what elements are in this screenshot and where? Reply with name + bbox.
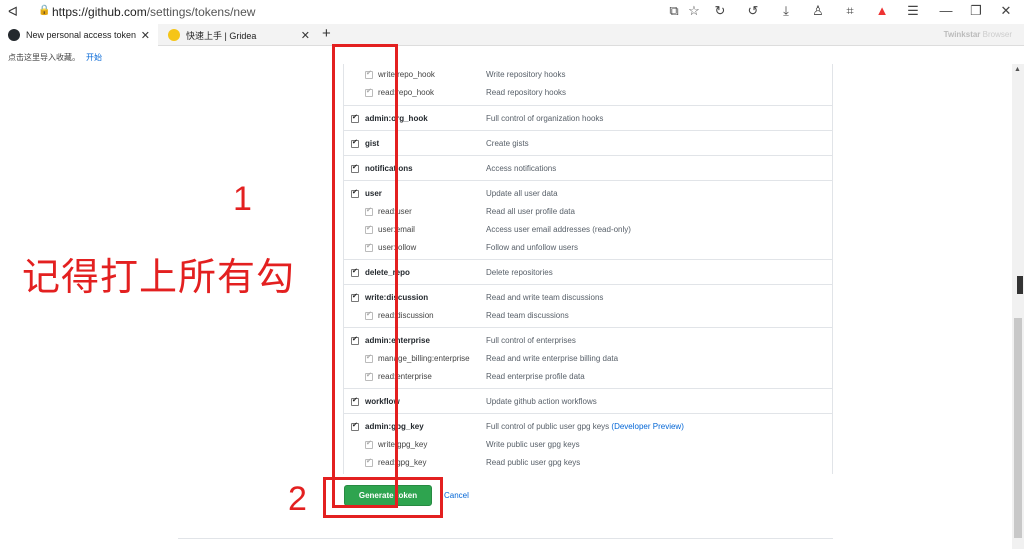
scope-description: Write public user gpg keys: [486, 440, 580, 449]
scope-description-text: Full control of enterprises: [486, 336, 576, 345]
scope-description: Read repository hooks: [486, 88, 566, 97]
scope-description: Update github action workflows: [486, 397, 597, 406]
scope-description: Update all user data: [486, 189, 558, 198]
cancel-link[interactable]: Cancel: [444, 491, 469, 500]
close-window-icon[interactable]: ✕: [998, 3, 1014, 19]
scrollbar-thumb[interactable]: [1014, 318, 1022, 538]
scope-description-text: Write public user gpg keys: [486, 440, 580, 449]
tab-label: New personal access token: [26, 30, 137, 40]
brand-name: Twinkstar: [943, 30, 981, 39]
restore-icon[interactable]: ❐: [968, 3, 984, 19]
scope-description-text: Update github action workflows: [486, 397, 597, 406]
back-icon[interactable]: ᐊ: [8, 4, 18, 20]
scope-description-text: Update all user data: [486, 189, 558, 198]
scope-description: Read team discussions: [486, 311, 569, 320]
close-tab-icon[interactable]: ✕: [301, 29, 310, 42]
crop-icon[interactable]: ⌗: [842, 3, 858, 19]
scope-description: Read enterprise profile data: [486, 372, 585, 381]
scope-description-text: Read all user profile data: [486, 207, 575, 216]
scope-description: Write repository hooks: [486, 70, 565, 79]
scope-description: Delete repositories: [486, 268, 553, 277]
bookmark-hint: 点击这里导入收藏。: [8, 53, 80, 62]
scope-description-text: Follow and unfollow users: [486, 243, 579, 252]
brand-sub: Browser: [982, 30, 1012, 39]
close-tab-icon[interactable]: ✕: [141, 29, 150, 42]
scope-description-text: Read team discussions: [486, 311, 569, 320]
scope-row: [343, 284, 833, 327]
minimize-icon[interactable]: —: [938, 3, 954, 18]
scope-description: Read public user gpg keys: [486, 458, 580, 467]
developer-preview-link[interactable]: (Developer Preview): [611, 422, 683, 431]
scroll-marker: [1017, 276, 1023, 294]
annotation-number-2: 2: [288, 480, 307, 518]
brand-label: Twinkstar Browser: [944, 30, 1012, 39]
scope-description: Read all user profile data: [486, 207, 575, 216]
user-icon[interactable]: ♙: [810, 3, 826, 19]
annotation-number-1: 1: [233, 180, 252, 218]
scope-description: Follow and unfollow users: [486, 243, 578, 252]
address-bar: ᐊ 🔒 https://github.com/settings/tokens/n…: [0, 0, 1024, 24]
reload-icon[interactable]: ↻: [712, 3, 728, 19]
tab-gridea[interactable]: 快速上手 | Gridea ✕: [160, 24, 318, 46]
scope-description-text: Full control of public user gpg keys: [486, 422, 610, 431]
scope-description-text: Write repository hooks: [486, 70, 566, 79]
annotation-box-1: [332, 44, 398, 508]
scope-description-text: Access notifications: [486, 164, 557, 173]
scope-row: [343, 155, 833, 180]
scope-description: Full control of public user gpg keys (De…: [486, 422, 684, 431]
scope-description-text: Read public user gpg keys: [486, 458, 581, 467]
divider: [178, 538, 833, 539]
annotation-note: 记得打上所有勾: [22, 255, 296, 299]
scope-description: Access user email addresses (read-only): [486, 225, 631, 234]
download-icon[interactable]: ⤓: [778, 3, 794, 19]
scope-description-text: Create gists: [486, 139, 529, 148]
scope-description-text: Read and write team discussions: [486, 293, 604, 302]
url-field[interactable]: https://github.com/settings/tokens/new: [52, 5, 255, 19]
url-path: /settings/tokens/new: [146, 5, 256, 19]
lock-icon: 🔒: [38, 5, 51, 16]
translate-icon[interactable]: ⧉: [666, 3, 682, 19]
url-host: https://github.com: [52, 5, 147, 19]
menu-icon[interactable]: ☰: [905, 3, 921, 19]
scope-description: Access notifications: [486, 164, 556, 173]
scope-description-text: Access user email addresses (read-only): [486, 225, 631, 234]
scope-description: Create gists: [486, 139, 529, 148]
bookmark-bar: 点击这里导入收藏。 开始: [8, 52, 102, 63]
scroll-up-icon[interactable]: ▲: [1014, 66, 1021, 73]
scope-row: [343, 259, 833, 284]
scope-description: Read and write team discussions: [486, 293, 603, 302]
bookmark-start-link[interactable]: 开始: [86, 53, 102, 62]
scope-description-text: Read and write enterprise billing data: [486, 354, 619, 363]
scope-description: Read and write enterprise billing data: [486, 354, 618, 363]
scope-description: Full control of organization hooks: [486, 114, 603, 123]
scope-row: [343, 180, 833, 259]
new-tab-icon[interactable]: +: [322, 25, 331, 42]
scope-description-text: Delete repositories: [486, 268, 553, 277]
tab-bar: New personal access token ✕ 快速上手 | Gride…: [0, 24, 1024, 46]
annotation-box-2: [323, 477, 443, 518]
scope-description-text: Read repository hooks: [486, 88, 567, 97]
scope-row: [343, 130, 833, 155]
scope-description-text: Read enterprise profile data: [486, 372, 585, 381]
tab-label: 快速上手 | Gridea: [186, 30, 257, 41]
extension-icon[interactable]: ▲: [874, 3, 890, 18]
gridea-icon: [168, 29, 180, 41]
star-icon[interactable]: ☆: [686, 3, 702, 19]
scope-description-text: Full control of organization hooks: [486, 114, 604, 123]
scope-description: Full control of enterprises: [486, 336, 576, 345]
github-icon: [8, 29, 20, 41]
undo-icon[interactable]: ↺: [745, 3, 761, 19]
tab-github[interactable]: New personal access token ✕: [0, 24, 158, 46]
